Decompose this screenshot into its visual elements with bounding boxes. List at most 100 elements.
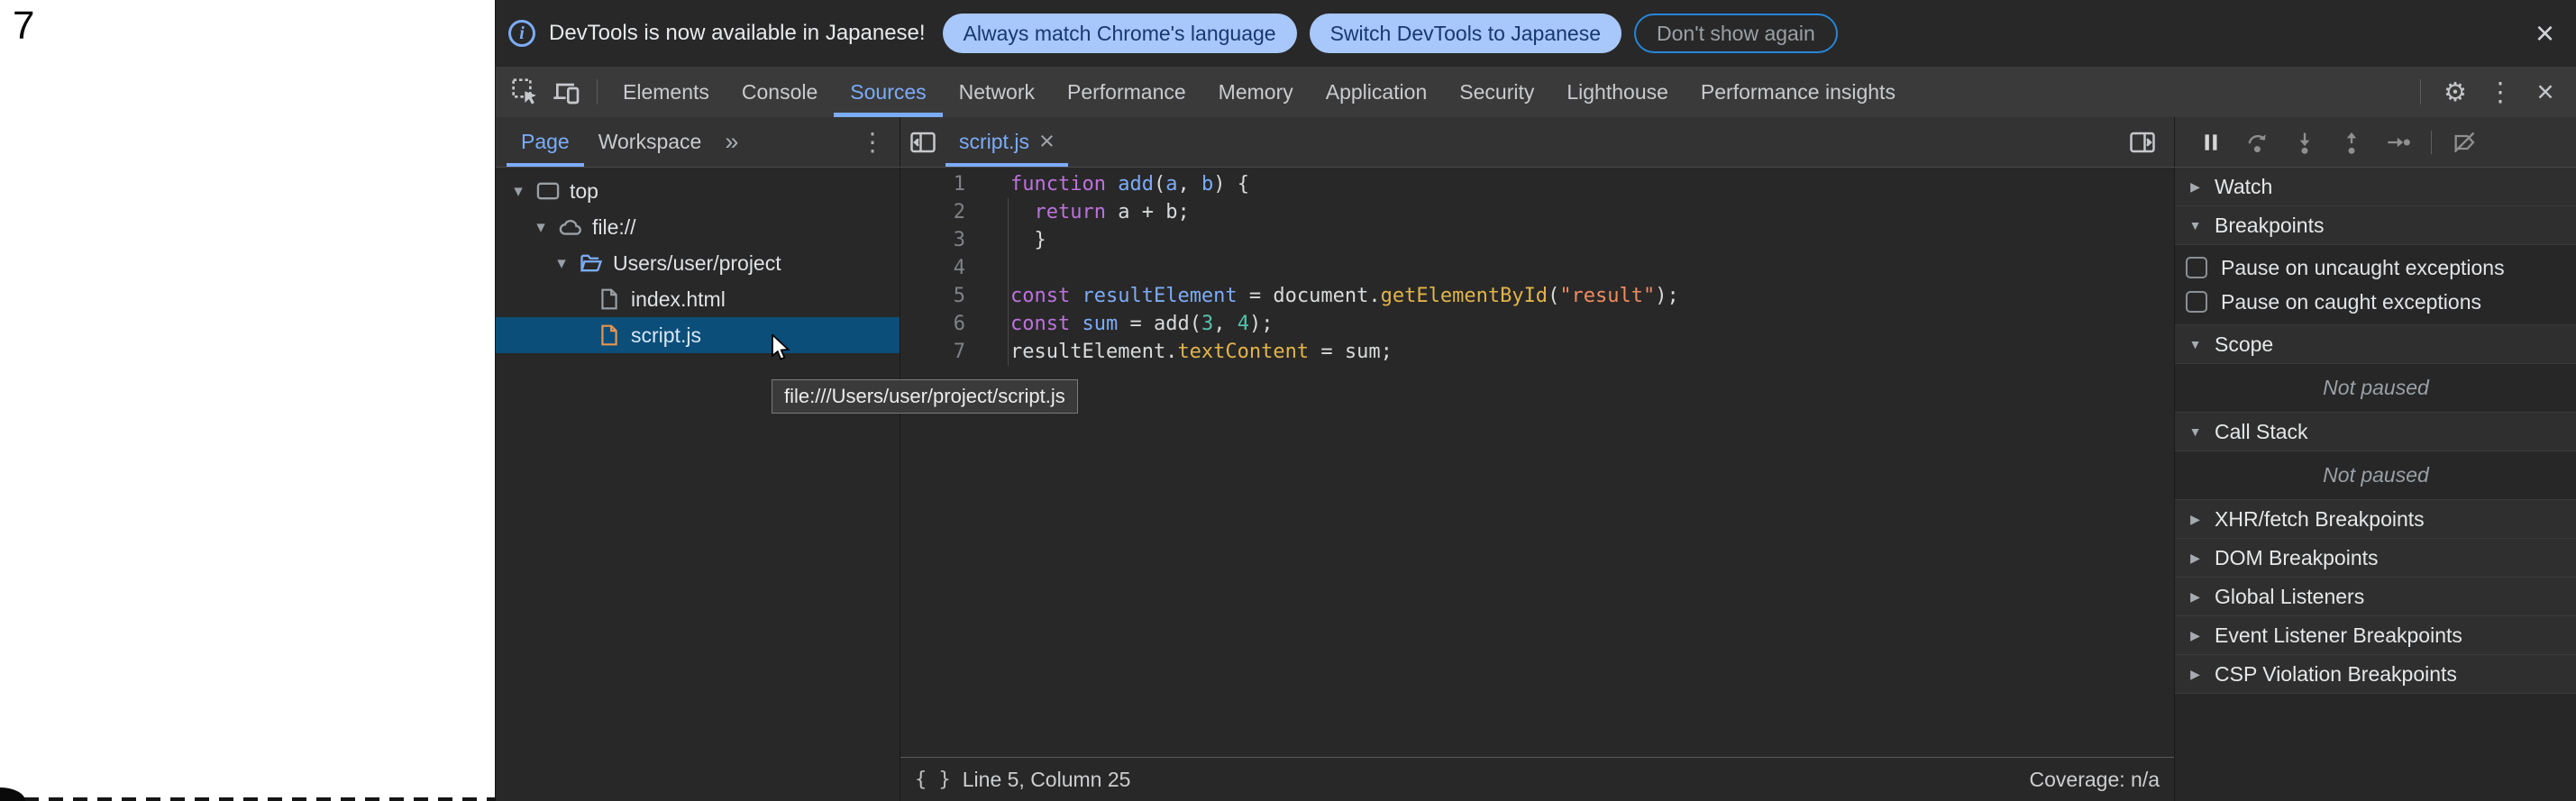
folder-open-icon	[578, 250, 605, 277]
section-label: Call Stack	[2215, 420, 2308, 444]
main-tab[interactable]: Elements	[607, 67, 726, 117]
toggle-debugger-sidebar-icon[interactable]	[2120, 117, 2165, 167]
debugger-sidebar: ▶ Watch ▼ Breakpoints Pause on uncaught …	[2175, 168, 2576, 801]
chevron-down-icon[interactable]: ▼	[2188, 424, 2203, 439]
section-scope[interactable]: ▼ Scope	[2175, 325, 2576, 364]
pause-caught-row[interactable]: Pause on caught exceptions	[2175, 285, 2576, 319]
tab-page[interactable]: Page	[507, 117, 584, 167]
infobar-button[interactable]: Switch DevTools to Japanese	[1310, 14, 1621, 53]
infobar-button[interactable]: Don't show again	[1634, 14, 1838, 53]
editor-status-bar: { } Line 5, Column 25 Coverage: n/a	[900, 757, 2174, 801]
pretty-print-icon[interactable]: { }	[915, 769, 951, 791]
line-number[interactable]: 5	[900, 285, 965, 307]
checkbox-unchecked[interactable]	[2186, 257, 2207, 278]
step-over-icon[interactable]	[2234, 117, 2281, 167]
tree-item-label: top	[570, 179, 598, 204]
section-xhr-breakpoints[interactable]: ▶ XHR/fetch Breakpoints	[2175, 500, 2576, 539]
navigator-kebab-icon[interactable]: ⋮	[845, 117, 900, 167]
bottom-left-blob	[0, 787, 25, 801]
section-global-listeners[interactable]: ▶ Global Listeners	[2175, 578, 2576, 616]
editor-tab-close-icon[interactable]: ×	[1039, 129, 1055, 155]
line-number[interactable]: 2	[900, 201, 965, 223]
tree-item-project-folder[interactable]: ▾ Users/user/project	[496, 245, 900, 281]
chevron-right-icon[interactable]: ▶	[2188, 512, 2203, 527]
main-tab-label: Application	[1326, 80, 1428, 105]
tree-item-top[interactable]: ▾ top	[496, 173, 900, 209]
section-watch[interactable]: ▶ Watch	[2175, 168, 2576, 206]
scope-status: Not paused	[2175, 364, 2576, 413]
chevron-down-icon[interactable]: ▾	[510, 181, 526, 202]
step-out-icon[interactable]	[2328, 117, 2375, 167]
pause-uncaught-row[interactable]: Pause on uncaught exceptions	[2175, 250, 2576, 285]
main-tab[interactable]: Lighthouse	[1550, 67, 1685, 117]
main-tab[interactable]: Sources	[834, 67, 942, 117]
section-csp-violation-breakpoints[interactable]: ▶ CSP Violation Breakpoints	[2175, 655, 2576, 694]
line-number[interactable]: 1	[900, 173, 965, 196]
chevron-down-icon[interactable]: ▾	[533, 217, 549, 238]
file-path-tooltip: file:///Users/user/project/script.js	[772, 379, 1078, 414]
call-stack-status: Not paused	[2175, 451, 2576, 500]
code-line[interactable]: 6const sum = add(3, 4);	[900, 310, 2174, 338]
code-area[interactable]: 1function add(a, b) {2 return a + b;3 } 4…	[900, 168, 2174, 757]
debugger-controls	[2175, 117, 2576, 167]
pause-script-icon[interactable]	[2188, 117, 2234, 167]
code-line[interactable]: 3 }	[900, 226, 2174, 254]
step-into-icon[interactable]	[2281, 117, 2328, 167]
section-event-listener-breakpoints[interactable]: ▶ Event Listener Breakpoints	[2175, 616, 2576, 655]
step-icon[interactable]	[2375, 117, 2422, 167]
tree-item-label: script.js	[631, 323, 701, 348]
chevron-right-icon[interactable]: ▶	[2188, 179, 2203, 195]
settings-gear-icon[interactable]: ⚙	[2435, 72, 2475, 112]
devtools-close-icon[interactable]: ×	[2526, 72, 2565, 112]
editor-tab-scriptjs[interactable]: script.js ×	[945, 117, 1068, 167]
source-editor: 1function add(a, b) {2 return a + b;3 } 4…	[900, 168, 2175, 801]
chevron-right-icon[interactable]: ▶	[2188, 551, 2203, 566]
chevron-right-icon[interactable]: ▶	[2188, 589, 2203, 605]
main-tab[interactable]: Performance	[1051, 67, 1202, 117]
device-toolbar-icon[interactable]	[546, 67, 588, 117]
main-tabs: Elements Console Sources	[607, 67, 1912, 117]
main-tab[interactable]: Memory	[1202, 67, 1310, 117]
chevron-right-icon[interactable]: ▶	[2188, 628, 2203, 643]
code-line[interactable]: 7resultElement.textContent = sum;	[900, 338, 2174, 366]
deactivate-breakpoints-icon[interactable]	[2441, 117, 2488, 167]
code-line[interactable]: 1function add(a, b) {	[900, 170, 2174, 198]
infobar-close-icon[interactable]: ×	[2535, 17, 2554, 50]
main-tab[interactable]: Network	[943, 67, 1051, 117]
checkbox-unchecked[interactable]	[2186, 291, 2207, 313]
section-breakpoints[interactable]: ▼ Breakpoints	[2175, 206, 2576, 245]
sidebar-filler	[2175, 694, 2576, 801]
toolbar-divider	[2420, 79, 2421, 105]
code-line[interactable]: 4	[900, 254, 2174, 282]
line-number[interactable]: 3	[900, 229, 965, 251]
infobar-button[interactable]: Always match Chrome's language	[943, 14, 1297, 53]
infobar-message: DevTools is now available in Japanese!	[549, 21, 926, 46]
tree-item-file-scheme[interactable]: ▾ file://	[496, 209, 900, 245]
tab-workspace[interactable]: Workspace	[584, 117, 717, 167]
section-call-stack[interactable]: ▼ Call Stack	[2175, 413, 2576, 451]
chevron-down-icon[interactable]: ▼	[2188, 218, 2203, 232]
section-dom-breakpoints[interactable]: ▶ DOM Breakpoints	[2175, 539, 2576, 578]
toggle-navigator-sidebar-icon[interactable]	[900, 117, 945, 167]
inspect-element-icon[interactable]	[505, 67, 546, 117]
line-number[interactable]: 6	[900, 313, 965, 335]
code-line[interactable]: 5const resultElement = document.getEleme…	[900, 282, 2174, 310]
kebab-menu-icon[interactable]: ⋮	[2480, 72, 2520, 112]
main-tab[interactable]: Security	[1443, 67, 1550, 117]
section-label: Global Listeners	[2215, 585, 2364, 609]
main-tab[interactable]: Performance insights	[1685, 67, 1912, 117]
main-tab[interactable]: Application	[1310, 67, 1444, 117]
chevron-down-icon[interactable]: ▼	[2188, 337, 2203, 351]
cursor-position-label: Line 5, Column 25	[963, 768, 1131, 792]
main-tab[interactable]: Console	[726, 67, 834, 117]
chevron-down-icon[interactable]: ▾	[553, 253, 570, 274]
section-label: Event Listener Breakpoints	[2215, 624, 2462, 648]
tree-item-script-js[interactable]: script.js	[496, 317, 900, 353]
chevron-right-icon[interactable]: ▶	[2188, 667, 2203, 682]
line-number[interactable]: 4	[900, 257, 965, 279]
more-tabs-icon[interactable]: »	[716, 117, 747, 167]
debugger-divider	[2431, 131, 2432, 154]
line-number[interactable]: 7	[900, 341, 965, 363]
tree-item-index-html[interactable]: index.html	[496, 281, 900, 317]
code-line[interactable]: 2 return a + b;	[900, 198, 2174, 226]
